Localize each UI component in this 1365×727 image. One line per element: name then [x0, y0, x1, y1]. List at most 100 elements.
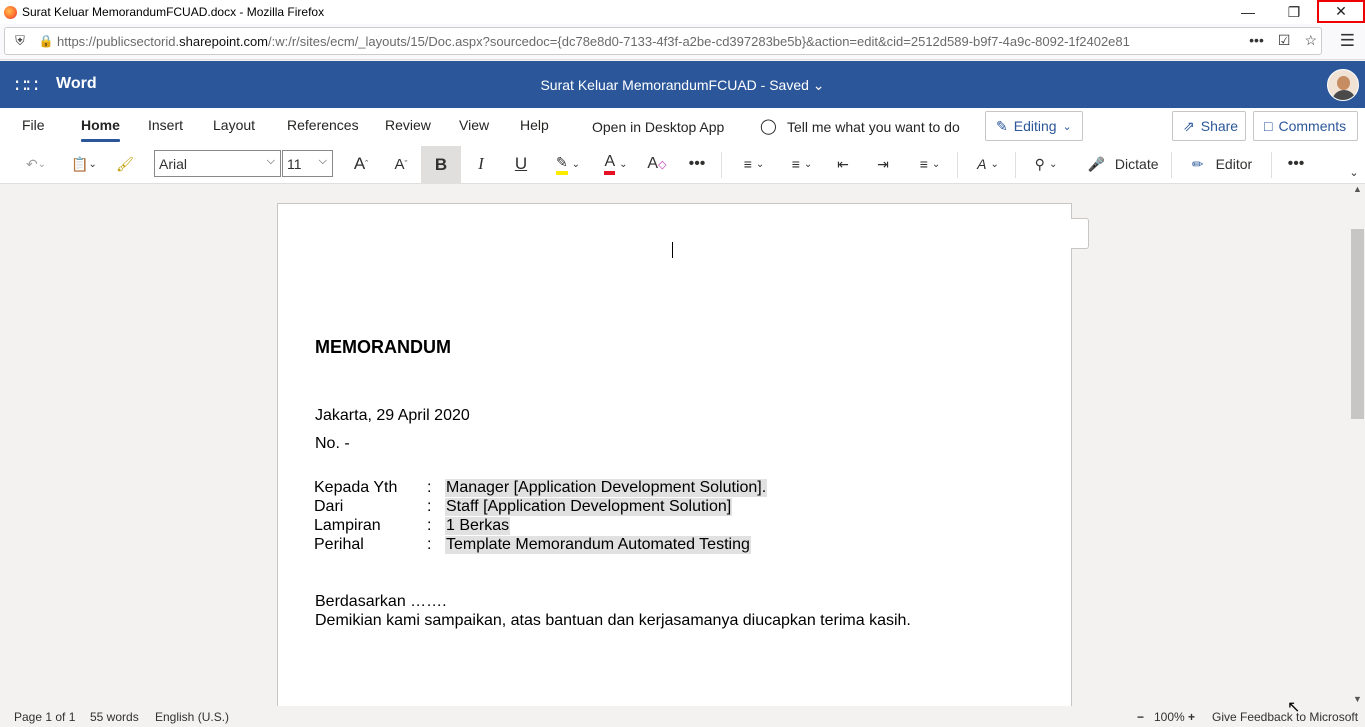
clear-formatting-icon[interactable]: A ◇	[644, 146, 670, 182]
pocket-icon[interactable]: ☑	[1278, 32, 1291, 49]
chevron-down-icon: ⌄	[1062, 120, 1072, 133]
restore-button[interactable]: ❐	[1271, 0, 1317, 24]
lightbulb-icon: ◯	[760, 118, 777, 135]
shrink-font-icon[interactable]: Aˇ	[386, 146, 416, 182]
numbering-icon[interactable]: ≡ ⌄	[782, 146, 822, 182]
editor-label: Editor	[1215, 156, 1253, 172]
increase-indent-icon[interactable]: ⇥	[870, 146, 896, 182]
dictate-button[interactable]: 🎤 Dictate	[1084, 146, 1162, 182]
zoom-in-icon[interactable]: +	[1188, 710, 1195, 724]
shield-icon[interactable]: ⛨	[5, 33, 35, 49]
document-title[interactable]: Surat Keluar MemorandumFCUAD - Saved ⌄	[0, 77, 1365, 94]
firefox-icon	[4, 5, 17, 19]
close-window-button[interactable]: ✕	[1317, 0, 1365, 23]
field-value[interactable]: 1 Berkas	[445, 517, 511, 535]
tab-layout[interactable]: Layout	[213, 117, 255, 133]
field-value[interactable]: Manager [Application Development Solutio…	[445, 479, 768, 497]
more-options-icon[interactable]: •••	[1282, 146, 1310, 182]
window-titlebar: Surat Keluar MemorandumFCUAD.docx - Mozi…	[0, 0, 1365, 24]
word-count[interactable]: 55 words	[90, 710, 139, 724]
field-label[interactable]: Perihal	[314, 536, 364, 554]
paste-icon[interactable]: 📋 ⌄	[64, 146, 104, 182]
give-feedback-link[interactable]: Give Feedback to Microsoft	[1212, 710, 1358, 724]
scroll-up-icon[interactable]: ▲	[1353, 184, 1362, 194]
tab-insert[interactable]: Insert	[148, 117, 183, 133]
lock-icon[interactable]: 🔒	[35, 34, 57, 48]
more-font-options-icon[interactable]: •••	[682, 146, 712, 182]
font-size-select[interactable]: 11 ⌵	[282, 150, 333, 177]
field-value[interactable]: Staff [Application Development Solution]	[445, 498, 733, 516]
document-page[interactable]: MEMORANDUM Jakarta, 29 April 2020 No. - …	[277, 203, 1072, 706]
field-label[interactable]: Dari	[314, 498, 343, 516]
ribbon-toolbar: ↶ ⌄ 📋 ⌄ 🖌 Arial ⌵ 11 ⌵ Aˆ Aˇ B I U ✎ ⌄ A ⌄ A ◇…	[0, 146, 1365, 184]
tab-references[interactable]: References	[287, 117, 359, 133]
language-indicator[interactable]: English (U.S.)	[155, 710, 229, 724]
find-icon[interactable]: ⚲ ⌄	[1026, 146, 1066, 182]
align-icon[interactable]: ≡ ⌄	[910, 146, 950, 182]
styles-icon[interactable]: A ⌄	[968, 146, 1008, 182]
editor-button[interactable]: ✏ Editor	[1186, 146, 1258, 182]
tab-home[interactable]: Home	[81, 117, 120, 142]
font-size-value: 11	[287, 155, 302, 172]
avatar[interactable]	[1327, 69, 1359, 101]
grow-font-icon[interactable]: Aˆ	[346, 146, 376, 182]
document-canvas: MEMORANDUM Jakarta, 29 April 2020 No. - …	[0, 184, 1350, 706]
body-line[interactable]: Demikian kami sampaikan, atas bantuan da…	[315, 612, 911, 630]
field-colon: :	[427, 517, 432, 534]
dictate-label: Dictate	[1114, 156, 1159, 172]
undo-icon[interactable]: ↶ ⌄	[16, 146, 56, 182]
editing-label: Editing	[1013, 118, 1057, 134]
window-title: Surat Keluar MemorandumFCUAD.docx - Mozi…	[22, 5, 325, 19]
underline-button[interactable]: U	[506, 146, 536, 182]
italic-button[interactable]: I	[466, 146, 496, 182]
decrease-indent-icon[interactable]: ⇤	[830, 146, 856, 182]
vertical-scrollbar[interactable]: ▲ ▼	[1350, 184, 1365, 706]
bookmark-star-icon[interactable]: ☆	[1304, 32, 1317, 49]
body-line[interactable]: Berdasarkan …….	[315, 593, 447, 611]
memo-heading[interactable]: MEMORANDUM	[315, 337, 451, 358]
tab-file[interactable]: File	[22, 117, 45, 133]
zoom-out-icon[interactable]: −	[1137, 710, 1144, 724]
url-path: /:w:/r/sites/ecm/_layouts/15/Doc.aspx?so…	[268, 33, 1130, 49]
field-label[interactable]: Lampiran	[314, 517, 381, 535]
date-line[interactable]: Jakarta, 29 April 2020	[315, 407, 470, 425]
number-line[interactable]: No. -	[315, 435, 350, 453]
field-value[interactable]: Template Memorandum Automated Testing	[445, 536, 751, 554]
comments-label: Comments	[1278, 118, 1347, 134]
comment-margin-tab[interactable]	[1071, 218, 1089, 249]
hamburger-menu-icon[interactable]: ☰	[1340, 31, 1355, 51]
font-name-select[interactable]: Arial ⌵	[154, 150, 281, 177]
ellipsis-icon[interactable]: •••	[1249, 32, 1264, 49]
highlight-color-icon[interactable]: ✎ ⌄	[548, 146, 588, 182]
font-color-icon[interactable]: A ⌄	[596, 146, 636, 182]
scroll-down-icon[interactable]: ▼	[1353, 694, 1362, 704]
field-colon: :	[427, 536, 432, 553]
format-painter-icon[interactable]: 🖌	[112, 146, 138, 182]
url-domain: sharepoint.com	[179, 33, 269, 49]
share-icon: ⇗	[1183, 117, 1195, 134]
page-count[interactable]: Page 1 of 1	[14, 710, 75, 724]
tell-me-search[interactable]: Tell me what you want to do	[787, 119, 960, 135]
minimize-button[interactable]: —	[1225, 0, 1271, 24]
url-prefix: https://publicsectorid.	[57, 33, 180, 49]
status-bar: Page 1 of 1 55 words English (U.S.) − 10…	[0, 706, 1365, 727]
word-header: ∷∷ Word Surat Keluar MemorandumFCUAD - S…	[0, 61, 1365, 108]
editing-mode-button[interactable]: ✎ Editing ⌄	[985, 111, 1083, 141]
tab-help[interactable]: Help	[520, 117, 549, 133]
scroll-thumb[interactable]	[1351, 229, 1364, 419]
tab-review[interactable]: Review	[385, 117, 431, 133]
ribbon-tabs: File Home Insert Layout References Revie…	[0, 108, 1365, 146]
collapse-ribbon-icon[interactable]: ⌄	[1346, 162, 1362, 182]
zoom-level[interactable]: 100%	[1154, 710, 1185, 724]
editor-pen-icon: ✏	[1191, 155, 1204, 172]
microphone-icon: 🎤	[1087, 155, 1105, 172]
tab-view[interactable]: View	[459, 117, 489, 133]
pencil-icon: ✎	[996, 117, 1008, 134]
address-bar[interactable]: ⛨ 🔒 https://publicsectorid. sharepoint.co…	[4, 27, 1322, 55]
field-label[interactable]: Kepada Yth	[314, 479, 397, 497]
bullets-icon[interactable]: ≡ ⌄	[734, 146, 774, 182]
bold-button[interactable]: B	[421, 146, 461, 184]
share-button[interactable]: ⇗ Share	[1172, 111, 1246, 141]
open-desktop-app-button[interactable]: Open in Desktop App	[592, 119, 724, 135]
comments-button[interactable]: □ Comments	[1253, 111, 1358, 141]
